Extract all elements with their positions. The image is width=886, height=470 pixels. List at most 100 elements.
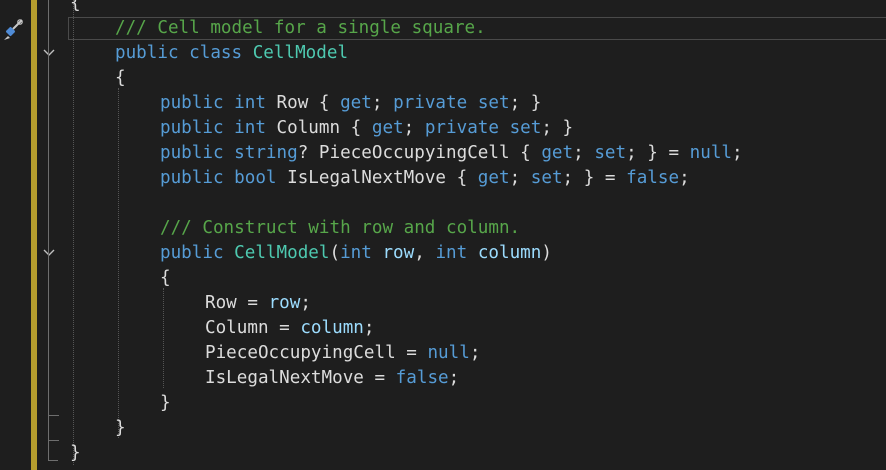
code-line[interactable]: public string? PieceOccupyingCell { get;… [160, 141, 743, 166]
code-token: ; [509, 168, 531, 188]
code-token: set [594, 143, 627, 163]
code-token: null [689, 143, 733, 163]
code-token: string [234, 143, 298, 163]
code-token: row [382, 243, 415, 263]
code-line[interactable]: } [160, 391, 171, 416]
code-token: int [234, 118, 266, 138]
chevron-down-icon[interactable] [42, 248, 56, 258]
code-token: { [160, 268, 171, 288]
code-token: get [340, 93, 372, 113]
code-line[interactable]: { [160, 266, 171, 291]
code-token: ( [329, 243, 341, 263]
code-token: ; [363, 318, 375, 338]
code-line[interactable]: } [70, 441, 81, 466]
code-token: public [160, 243, 224, 263]
code-token: public [160, 143, 224, 163]
code-token: bool [234, 168, 277, 188]
code-token: ; } [509, 93, 542, 113]
code-token: get [541, 143, 574, 163]
code-token: null [427, 343, 470, 363]
code-token: ; [679, 168, 690, 188]
code-line[interactable]: public bool IsLegalNextMove { get; set; … [160, 166, 690, 191]
code-token: false [626, 168, 680, 188]
code-token: ; [573, 143, 595, 163]
code-token: , [414, 243, 436, 263]
code-line[interactable]: } [115, 416, 126, 441]
code-token: /// Construct with row and column. [160, 218, 521, 238]
code-token: Column { [265, 118, 372, 138]
screwdriver-brush-icon[interactable] [2, 16, 24, 42]
code-token: Row { [265, 93, 341, 113]
code-token: ; [300, 293, 311, 313]
code-token: IsLegalNextMove { [276, 168, 478, 188]
code-token: ; [371, 93, 394, 113]
fold-region-line [48, 0, 49, 460]
folding-margin[interactable] [38, 0, 60, 470]
code-token: CellModel [252, 43, 349, 63]
code-editor[interactable]: { /// Cell model for a single square. publ… [0, 0, 886, 470]
code-token: set [509, 118, 542, 138]
code-token: int [435, 243, 468, 263]
code-token: ; } = [626, 143, 690, 163]
code-token: column [300, 318, 364, 338]
code-token: ; } [541, 118, 574, 138]
code-token: private [424, 118, 499, 138]
code-token: { [70, 0, 81, 13]
code-token: PieceOccupyingCell = [205, 343, 428, 363]
code-line[interactable]: { [115, 66, 126, 91]
indent-guide [73, 0, 74, 465]
code-line[interactable]: Column = column; [205, 316, 375, 341]
code-token: set [530, 168, 563, 188]
code-line[interactable]: Row = row; [205, 291, 311, 316]
code-token: IsLegalNextMove = [205, 368, 396, 388]
code-token: false [395, 368, 449, 388]
code-line[interactable]: PieceOccupyingCell = null; [205, 341, 480, 366]
fold-region-end [48, 460, 58, 461]
code-token: } [160, 393, 171, 413]
code-line[interactable]: IsLegalNextMove = false; [205, 366, 459, 391]
code-line[interactable]: /// Cell model for a single square. [115, 16, 486, 41]
code-token: get [371, 118, 404, 138]
code-token: public [160, 168, 224, 188]
code-token: /// Cell model for a single square. [115, 18, 486, 38]
change-indicator-bar [31, 0, 37, 470]
code-token: public [160, 118, 224, 138]
code-token: class [189, 43, 243, 63]
code-token: public [115, 43, 179, 63]
code-token: Row = [205, 293, 269, 313]
code-line[interactable]: public int Column { get; private set; } [160, 116, 573, 141]
code-token: set [477, 93, 510, 113]
code-line[interactable]: public int Row { get; private set; } [160, 91, 541, 116]
code-token: ; [732, 143, 743, 163]
code-token: ; [448, 368, 460, 388]
code-line[interactable]: /// Construct with row and column. [160, 216, 520, 241]
glyph-margin[interactable] [0, 0, 28, 470]
code-token: int [340, 243, 372, 263]
code-token: column [477, 243, 542, 263]
code-token: get [477, 168, 510, 188]
code-token: } [70, 443, 81, 463]
code-token: CellModel [234, 243, 330, 263]
code-token: Column = [205, 318, 301, 338]
indent-guide [118, 88, 119, 438]
code-token: int [234, 93, 266, 113]
code-token: { [115, 68, 126, 88]
code-line[interactable]: public CellModel(int row, int column) [160, 241, 552, 266]
code-token: ; [403, 118, 425, 138]
code-token: ) [541, 243, 552, 263]
code-token: private [393, 93, 468, 113]
code-line[interactable]: public class CellModel [115, 41, 348, 66]
chevron-down-icon[interactable] [42, 48, 56, 58]
fold-region-end [49, 415, 59, 416]
code-line[interactable]: { [70, 0, 81, 16]
